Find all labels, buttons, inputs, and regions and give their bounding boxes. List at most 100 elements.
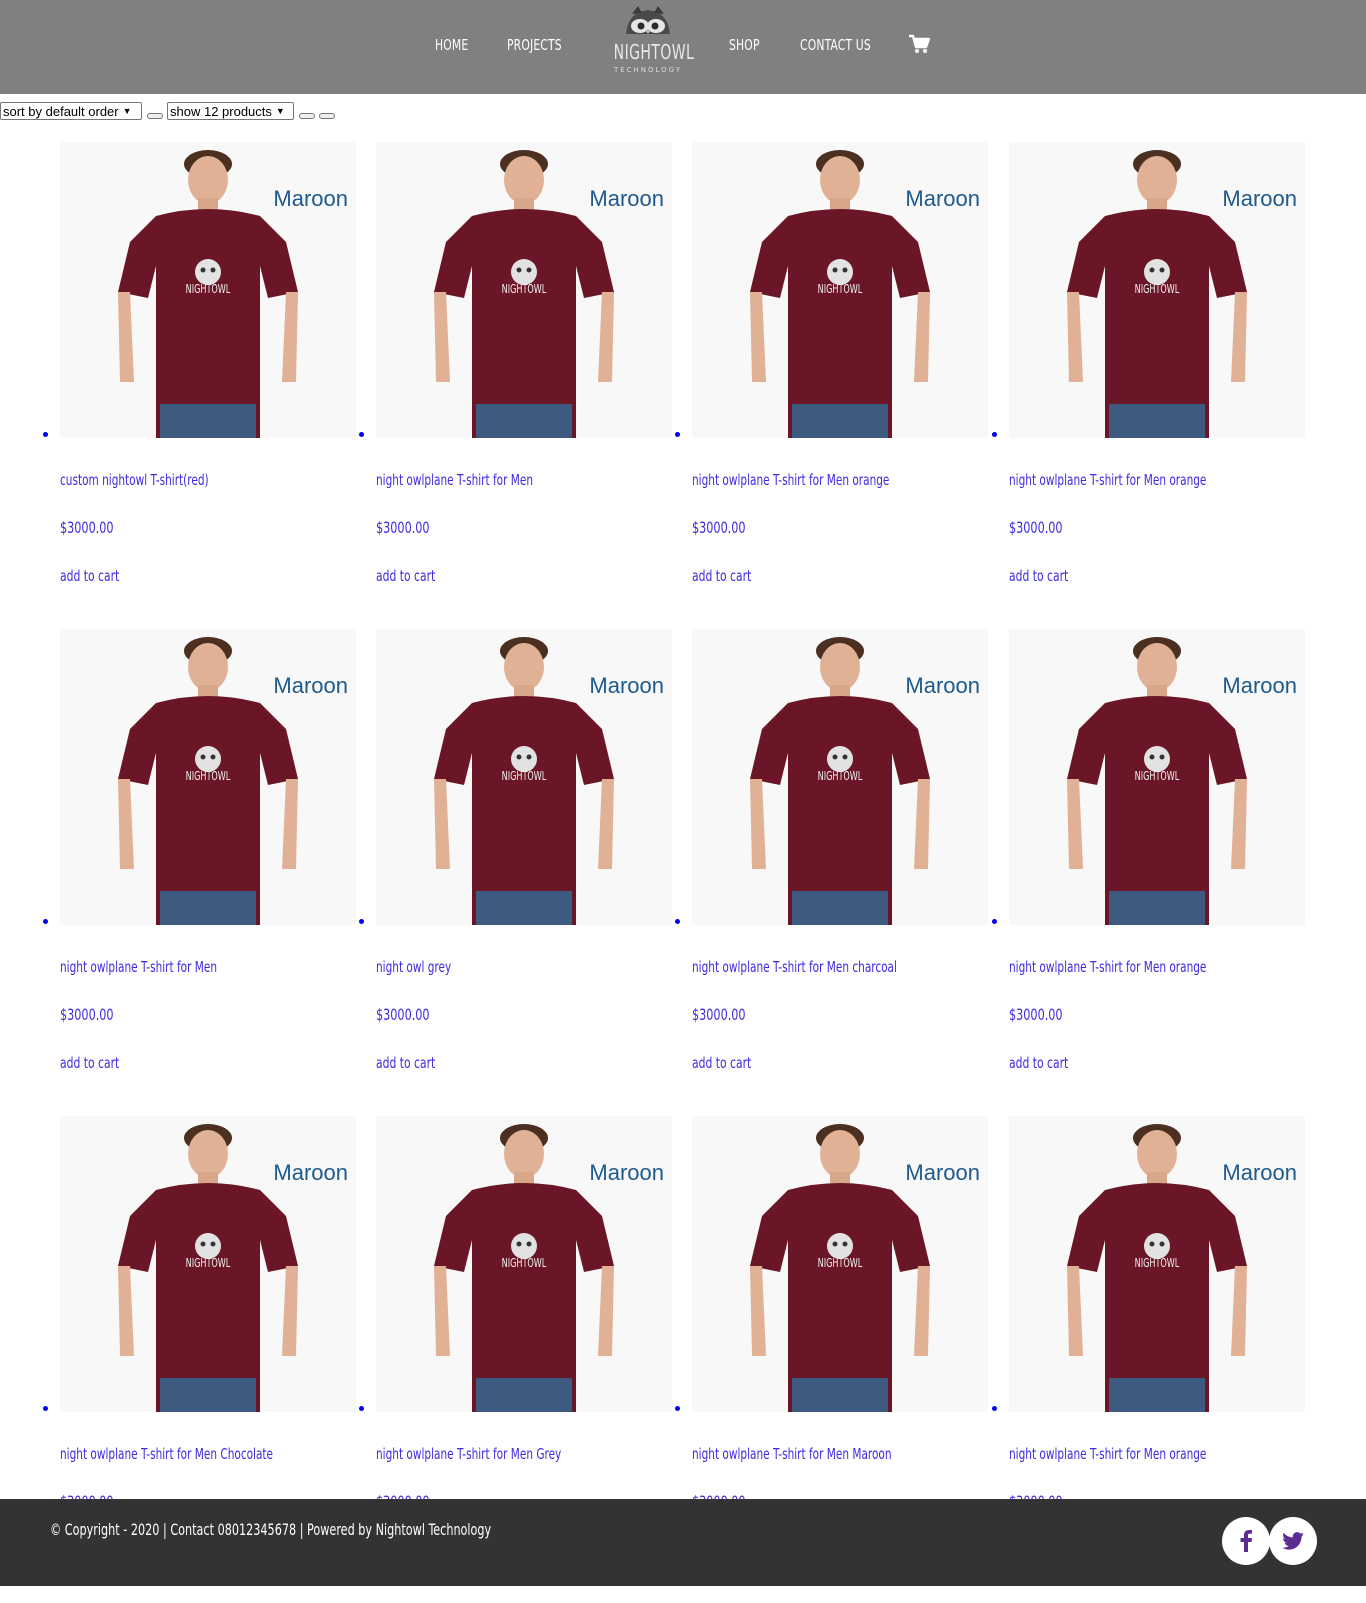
chevron-down-icon: ▼ (122, 106, 132, 116)
list-bullet (992, 919, 997, 924)
facebook-icon (1240, 1530, 1252, 1552)
add-to-cart-link[interactable]: add to cart (60, 1054, 119, 1072)
site-logo[interactable]: NIGHTOWL TECHNOLOGY (604, 4, 695, 80)
product-image[interactable]: Maroon NIGHTOWL (376, 629, 672, 925)
nav-contact-us[interactable]: CONTACT US (800, 36, 871, 54)
nav-home[interactable]: HOME (435, 36, 468, 54)
product-image[interactable]: Maroon NIGHTOWL (376, 1116, 672, 1412)
shirt-print-text: NIGHTOWL (1134, 769, 1180, 783)
product-name-link[interactable]: night owlplane T-shirt for Men charcoal (692, 958, 897, 976)
site-header: HOME PROJECTS NIGHTOWL TECHNOLOGY SHOP C… (0, 0, 1366, 94)
shirt-print-text: NIGHTOWL (185, 1256, 231, 1270)
twitter-icon (1282, 1532, 1304, 1550)
list-bullet (43, 919, 48, 924)
show-count-select[interactable]: show 12 products ▼ (167, 102, 294, 120)
product-name-link[interactable]: night owlplane T-shirt for Men (60, 958, 217, 976)
shopping-cart-icon[interactable] (908, 34, 930, 54)
product-image[interactable]: Maroon NIGHTOWL (1009, 142, 1305, 438)
list-bullet (359, 1406, 364, 1411)
list-bullet (675, 1406, 680, 1411)
sort-submit-button[interactable] (147, 113, 163, 119)
list-bullet (675, 919, 680, 924)
shirt-print-text: NIGHTOWL (501, 282, 547, 296)
product-color-label: Maroon (273, 186, 348, 211)
product-price: $3000.00 (692, 518, 746, 537)
product-color-label: Maroon (1222, 673, 1297, 698)
twitter-button[interactable] (1269, 1517, 1317, 1565)
nav-shop[interactable]: SHOP (729, 36, 760, 54)
prev-page-button[interactable] (299, 113, 315, 119)
shirt-print-text: NIGHTOWL (501, 1256, 547, 1270)
product-name-link[interactable]: night owlplane T-shirt for Men orange (1009, 958, 1206, 976)
product-color-label: Maroon (905, 1160, 980, 1185)
list-bullet (43, 1406, 48, 1411)
logo-subtitle: TECHNOLOGY (613, 66, 683, 74)
product-name-link[interactable]: night owlplane T-shirt for Men orange (1009, 471, 1206, 489)
list-bullet (359, 919, 364, 924)
logo-title: NIGHTOWL (613, 40, 695, 64)
product-name-link[interactable]: night owl grey (376, 958, 451, 976)
product-price: $3000.00 (376, 1005, 430, 1024)
product-color-label: Maroon (273, 673, 348, 698)
product-price: $3000.00 (60, 518, 114, 537)
product-image[interactable]: Maroon NIGHTOWL (692, 142, 988, 438)
list-bullet (359, 432, 364, 437)
next-page-button[interactable] (319, 113, 335, 119)
shirt-print-text: NIGHTOWL (817, 1256, 863, 1270)
shirt-print-text: NIGHTOWL (1134, 1256, 1180, 1270)
product-image[interactable]: Maroon NIGHTOWL (60, 629, 356, 925)
sort-select-value: sort by default order (3, 103, 119, 119)
product-image[interactable]: Maroon NIGHTOWL (692, 1116, 988, 1412)
list-bullet (992, 1406, 997, 1411)
shirt-print-text: NIGHTOWL (185, 282, 231, 296)
product-name-link[interactable]: night owlplane T-shirt for Men Maroon (692, 1445, 892, 1463)
add-to-cart-link[interactable]: add to cart (376, 567, 435, 585)
product-name-link[interactable]: custom nightowl T-shirt(red) (60, 471, 209, 489)
add-to-cart-link[interactable]: add to cart (60, 567, 119, 585)
product-image[interactable]: Maroon NIGHTOWL (60, 1116, 356, 1412)
product-price: $3000.00 (376, 518, 430, 537)
product-image[interactable]: Maroon NIGHTOWL (1009, 629, 1305, 925)
product-color-label: Maroon (589, 186, 664, 211)
product-name-link[interactable]: night owlplane T-shirt for Men (376, 471, 533, 489)
add-to-cart-link[interactable]: add to cart (376, 1054, 435, 1072)
product-image[interactable]: Maroon NIGHTOWL (1009, 1116, 1305, 1412)
owl-logo-icon (626, 6, 670, 34)
list-bullet (43, 432, 48, 437)
product-image[interactable]: Maroon NIGHTOWL (60, 142, 356, 438)
product-name-link[interactable]: night owlplane T-shirt for Men Chocolate (60, 1445, 273, 1463)
shirt-print-text: NIGHTOWL (817, 769, 863, 783)
shirt-print-text: NIGHTOWL (185, 769, 231, 783)
sort-select[interactable]: sort by default order ▼ (0, 102, 142, 120)
product-name-link[interactable]: night owlplane T-shirt for Men Grey (376, 1445, 561, 1463)
list-bullet (992, 432, 997, 437)
product-price: $3000.00 (1009, 1005, 1063, 1024)
product-price: $3000.00 (692, 1005, 746, 1024)
site-footer: © Copyright - 2020 | Contact 08012345678… (0, 1499, 1366, 1586)
add-to-cart-link[interactable]: add to cart (1009, 1054, 1068, 1072)
product-price: $3000.00 (60, 1005, 114, 1024)
product-color-label: Maroon (905, 673, 980, 698)
product-color-label: Maroon (589, 1160, 664, 1185)
list-bullet (675, 432, 680, 437)
nav-projects[interactable]: PROJECTS (507, 36, 562, 54)
product-name-link[interactable]: night owlplane T-shirt for Men orange (692, 471, 889, 489)
product-color-label: Maroon (273, 1160, 348, 1185)
show-count-select-value: show 12 products (170, 103, 272, 119)
product-image[interactable]: Maroon NIGHTOWL (376, 142, 672, 438)
product-color-label: Maroon (589, 673, 664, 698)
add-to-cart-link[interactable]: add to cart (692, 1054, 751, 1072)
shirt-print-text: NIGHTOWL (1134, 282, 1180, 296)
add-to-cart-link[interactable]: add to cart (1009, 567, 1068, 585)
product-color-label: Maroon (905, 186, 980, 211)
product-image[interactable]: Maroon NIGHTOWL (692, 629, 988, 925)
add-to-cart-link[interactable]: add to cart (692, 567, 751, 585)
product-name-link[interactable]: night owlplane T-shirt for Men orange (1009, 1445, 1206, 1463)
facebook-button[interactable] (1222, 1517, 1270, 1565)
product-color-label: Maroon (1222, 186, 1297, 211)
product-price: $3000.00 (1009, 518, 1063, 537)
copyright-text: © Copyright - 2020 | Contact 08012345678… (50, 1520, 492, 1539)
product-color-label: Maroon (1222, 1160, 1297, 1185)
shirt-print-text: NIGHTOWL (817, 282, 863, 296)
shop-toolbar: sort by default order ▼ show 12 products… (0, 101, 335, 121)
